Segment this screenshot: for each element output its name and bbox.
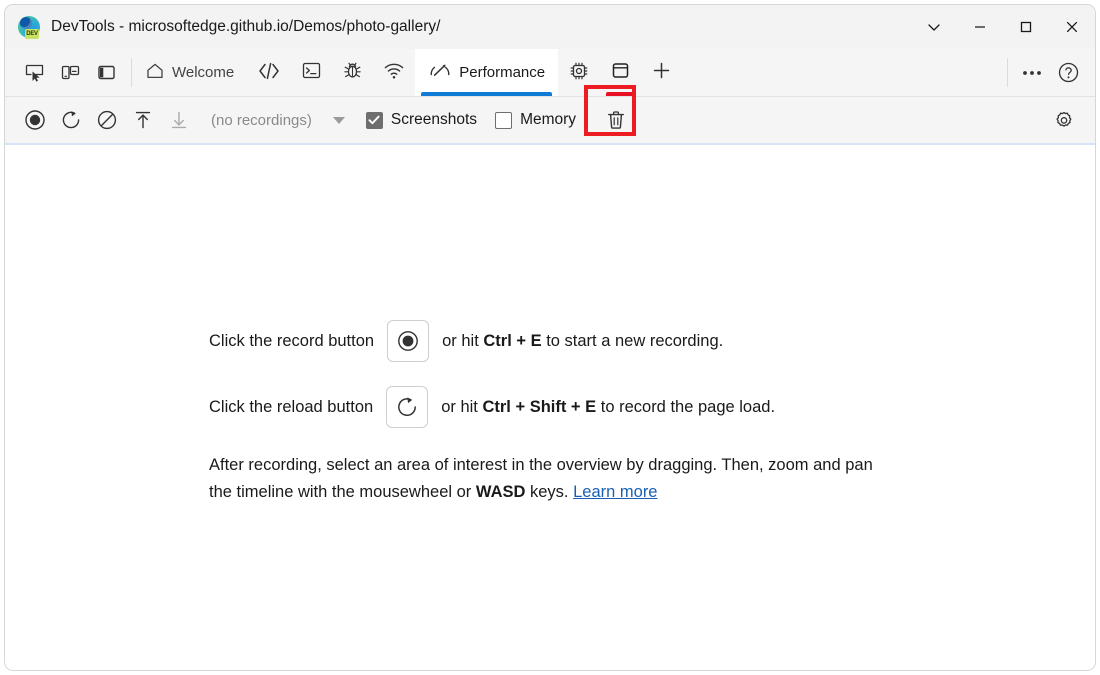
memory-checkbox[interactable]: Memory	[491, 107, 580, 133]
memory-chip-icon	[568, 60, 590, 86]
ellipsis-icon[interactable]	[1014, 56, 1050, 90]
application-storage-icon	[610, 60, 631, 85]
plus-icon	[651, 60, 672, 85]
delete-recording-wrapper	[598, 103, 634, 137]
load-profile-button[interactable]	[125, 103, 161, 137]
tab-label: Performance	[459, 64, 545, 81]
reload-hint-post: or hit Ctrl + Shift + E to record the pa…	[441, 398, 775, 417]
screenshots-checkbox[interactable]: Screenshots	[362, 107, 481, 133]
record-hint-row: Click the record button or hit Ctrl + E …	[209, 320, 909, 362]
record-hint-post-after: to start a new recording.	[546, 332, 723, 350]
add-tab[interactable]	[641, 49, 682, 96]
screenshots-label: Screenshots	[391, 111, 477, 129]
recordings-selector-label[interactable]: (no recordings)	[211, 112, 312, 129]
trash-icon[interactable]	[598, 103, 634, 137]
tab-console[interactable]	[291, 49, 332, 96]
record-circle-icon[interactable]	[387, 320, 429, 362]
instructions-part2: keys.	[530, 483, 569, 501]
inspect-cursor-icon[interactable]	[16, 56, 52, 90]
tab-network[interactable]	[373, 49, 415, 96]
devtools-window: DEV DevTools - microsoftedge.github.io/D…	[4, 4, 1096, 671]
minimize-icon[interactable]	[957, 5, 1003, 49]
tool-buttons-group	[5, 49, 131, 96]
record-button[interactable]	[17, 103, 53, 137]
checkbox-box	[495, 112, 512, 129]
active-tab-underline	[421, 92, 552, 96]
triangle-down-icon[interactable]	[326, 105, 352, 135]
reload-hint-post-after: to record the page load.	[601, 398, 775, 416]
tab-welcome[interactable]: Welcome	[132, 49, 247, 96]
reload-and-record-button[interactable]	[53, 103, 89, 137]
logo-badge-label: DEV	[25, 29, 39, 39]
performance-toolbar: (no recordings) Screenshots Memory	[5, 97, 1095, 145]
learn-more-link[interactable]: Learn more	[573, 483, 657, 501]
maximize-icon[interactable]	[1003, 5, 1049, 49]
gear-icon[interactable]	[1047, 104, 1081, 138]
record-hint-post: or hit Ctrl + E to start a new recording…	[442, 332, 723, 351]
code-brackets-icon	[257, 60, 281, 86]
title-bar: DEV DevTools - microsoftedge.github.io/D…	[5, 5, 1095, 49]
memory-label: Memory	[520, 111, 576, 129]
tab-performance[interactable]: Performance	[415, 49, 558, 96]
reload-shortcut: Ctrl + Shift + E	[482, 398, 596, 416]
overview-instructions: After recording, select an area of inter…	[209, 452, 891, 506]
reload-hint-post-before: or hit	[441, 398, 478, 416]
checkbox-box	[366, 112, 383, 129]
save-profile-button[interactable]	[161, 103, 197, 137]
chevron-down-icon[interactable]	[911, 5, 957, 49]
tab-label: Welcome	[172, 64, 234, 81]
panel-tabs: Welcome	[132, 49, 1007, 96]
reload-hint-row: Click the reload button or hit Ctrl + Sh…	[209, 386, 909, 428]
console-terminal-icon	[301, 60, 322, 85]
tab-sources[interactable]	[332, 49, 373, 96]
tabstrip-right-buttons	[1008, 49, 1095, 96]
devices-icon[interactable]	[52, 56, 88, 90]
clear-button[interactable]	[89, 103, 125, 137]
performance-gauge-icon	[428, 60, 452, 85]
edge-devtools-logo-icon: DEV	[18, 16, 40, 38]
devtools-tab-strip: Welcome	[5, 49, 1095, 97]
bug-icon	[342, 60, 363, 85]
close-icon[interactable]	[1049, 5, 1095, 49]
question-circle-icon[interactable]	[1050, 56, 1086, 90]
record-hint-pre: Click the record button	[209, 332, 374, 351]
reload-icon[interactable]	[386, 386, 428, 428]
record-shortcut: Ctrl + E	[483, 332, 541, 350]
performance-landing-page: Click the record button or hit Ctrl + E …	[209, 320, 909, 506]
tab-application[interactable]	[600, 49, 641, 96]
window-title: DevTools - microsoftedge.github.io/Demos…	[51, 18, 440, 36]
dock-panel-icon[interactable]	[88, 56, 124, 90]
home-icon	[145, 61, 165, 85]
record-hint-post-before: or hit	[442, 332, 479, 350]
tab-elements[interactable]	[247, 49, 291, 96]
reload-hint-pre: Click the reload button	[209, 398, 373, 417]
wasd-keys: WASD	[476, 483, 526, 501]
wifi-icon	[383, 60, 405, 85]
application-tab-underline	[606, 92, 635, 96]
tab-memory[interactable]	[558, 49, 600, 96]
performance-panel: Click the record button or hit Ctrl + E …	[5, 145, 1095, 670]
window-controls	[911, 5, 1095, 49]
